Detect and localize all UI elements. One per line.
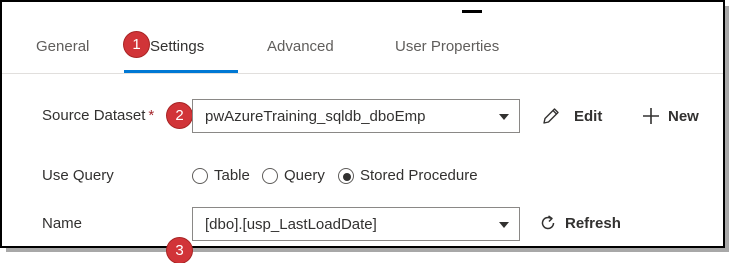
tab-settings[interactable]: Settings <box>150 38 204 55</box>
required-marker: * <box>148 107 155 124</box>
radio-circle <box>262 168 278 184</box>
name-label: Name <box>42 215 83 232</box>
tab-advanced[interactable]: Advanced <box>267 38 334 55</box>
step-badge-2: 2 <box>167 103 192 128</box>
new-label: New <box>668 108 699 125</box>
chevron-down-icon <box>499 222 509 228</box>
radio-circle <box>338 168 354 184</box>
radio-selected-dot <box>343 173 351 181</box>
radio-stored-procedure-label: Stored Procedure <box>360 167 478 184</box>
radio-query-label: Query <box>284 167 325 184</box>
edit-button[interactable]: Edit <box>541 106 611 128</box>
top-edge-mark <box>462 10 482 13</box>
refresh-button[interactable]: Refresh <box>538 213 628 235</box>
tab-general[interactable]: General <box>36 38 89 55</box>
step-badge-3: 3 <box>167 238 192 263</box>
tab-bar-divider <box>2 73 723 74</box>
plus-icon <box>643 108 659 124</box>
new-button[interactable]: New <box>641 106 711 128</box>
source-dataset-label: Source Dataset * <box>42 107 155 124</box>
radio-table-label: Table <box>214 167 250 184</box>
step-badge-1: 1 <box>124 32 149 57</box>
tab-bar: General Settings Advanced User Propertie… <box>0 30 725 74</box>
source-dataset-select[interactable]: pwAzureTraining_sqldb_dboEmp <box>192 99 520 133</box>
stored-procedure-name-value: [dbo].[usp_LastLoadDate] <box>205 216 377 233</box>
use-query-label: Use Query <box>42 167 114 184</box>
edit-label: Edit <box>574 108 603 125</box>
refresh-label: Refresh <box>565 215 621 232</box>
frame-shadow-right <box>725 6 729 252</box>
chevron-down-icon <box>499 114 509 120</box>
pencil-icon <box>543 108 559 124</box>
frame-shadow-bottom <box>6 248 729 252</box>
source-dataset-value: pwAzureTraining_sqldb_dboEmp <box>205 108 426 125</box>
stored-procedure-name-select[interactable]: [dbo].[usp_LastLoadDate] <box>192 207 520 241</box>
tab-user-properties[interactable]: User Properties <box>395 38 499 55</box>
radio-circle <box>192 168 208 184</box>
refresh-icon <box>541 215 555 230</box>
